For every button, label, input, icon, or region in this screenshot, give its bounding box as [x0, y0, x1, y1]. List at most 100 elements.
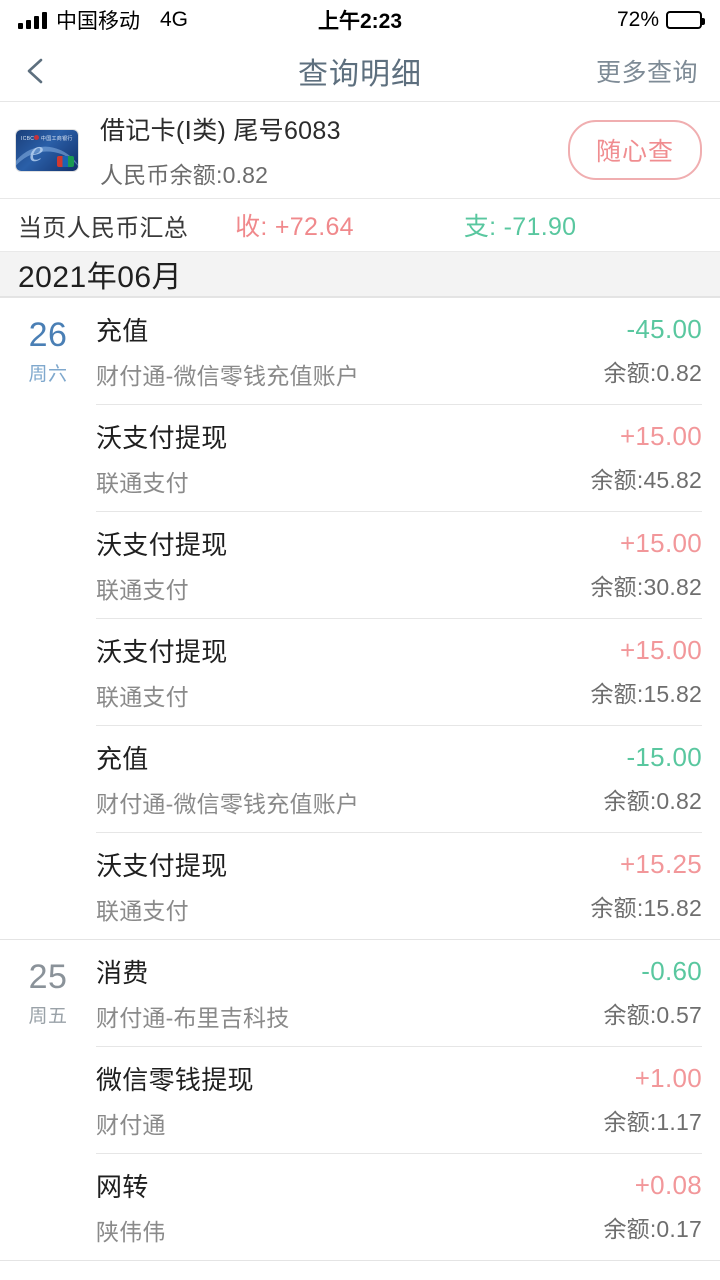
transaction-name: 消费 [96, 958, 149, 988]
transaction-description: 联通支付 [96, 684, 189, 710]
card-balance-label: 人民币余额:0.82 [100, 161, 269, 188]
transaction-row[interactable]: 沃支付提现 联通支付 +15.00 余额:30.82 [0, 511, 720, 618]
day-group: 25 周五 消费 财付通-布里吉科技 -0.60 余额:0.57 微信零钱提现 财付通 +1.0… [0, 939, 720, 1260]
transaction-date-cell [0, 725, 96, 832]
transaction-name: 沃支付提现 [96, 851, 228, 881]
transaction-date-cell: 26 周六 [0, 298, 96, 404]
transaction-row[interactable]: 沃支付提现联通支付 +15.00 余额:15.82 [0, 618, 720, 725]
transaction-detail: 微信零钱提现 财付通 [96, 1060, 254, 1140]
transaction-detail: 充值财付通-微信零钱充值账户 [96, 739, 359, 819]
transaction-amounts: -45.00 余额:0.82 [603, 314, 702, 388]
transaction-description: 联通支付 [96, 898, 189, 924]
summary-label: 当页人民币汇总 [18, 214, 189, 242]
transaction-detail: 充值财付通-微信零钱充值账户 [96, 311, 359, 391]
transaction-row[interactable]: 沃支付提现 联通支付 +15.00 余额:45.82 [0, 404, 720, 511]
transaction-amount: +15.00 [619, 635, 702, 665]
transaction-balance: 余额:0.17 [603, 1216, 702, 1242]
transaction-description: 财付通-微信零钱充值账户 [96, 363, 360, 389]
transaction-date-cell [0, 1046, 96, 1153]
transaction-name: 充值 [96, 316, 149, 346]
transaction-row[interactable]: 沃支付提现 联通支付 +15.25 余额:15.82 [0, 832, 720, 939]
transaction-date-cell: 17周四 [0, 1261, 96, 1280]
transaction-amounts: +15.00 余额:45.82 [590, 421, 702, 495]
transaction-name: 充值 [96, 744, 149, 774]
transaction-name: 他行汇入 [96, 1274, 282, 1280]
back-button[interactable] [22, 55, 48, 87]
transaction-name: 沃支付提现 [96, 530, 228, 560]
transaction-amount: -45.00 [626, 314, 702, 344]
transaction-body: 沃支付提现联通支付 +15.00 余额:15.82 [96, 618, 702, 725]
transaction-row[interactable]: 网转陕伟伟 +0.08 余额:0.17 [0, 1153, 720, 1260]
transaction-amount: -0.60 [641, 956, 702, 986]
transaction-name: 网转 [96, 1172, 149, 1202]
signal-strength-icon [18, 11, 47, 29]
battery-icon [666, 11, 705, 29]
account-card-info: 借记卡(Ⅰ类) 尾号6083 人民币余额:0.82 [100, 111, 341, 190]
transaction-description: 财付通 [96, 1112, 166, 1138]
transaction-detail: 沃支付提现 联通支付 [96, 525, 228, 605]
transaction-amounts: -0.60 余额:0.57 [603, 956, 702, 1030]
day-group: 26 周六 充值 财付通-微信零钱充值账户 -45.00 余额:0.82 沃支付提现 联通支付… [0, 297, 720, 939]
transaction-name: 微信零钱提现 [96, 1065, 254, 1095]
transaction-body: 沃支付提现 联通支付 +15.00 余额:45.82 [96, 404, 702, 511]
transaction-description: 联通支付 [96, 470, 189, 496]
transaction-row[interactable]: 充值财付通-微信零钱充值账户 -15.00 余额:0.82 [0, 725, 720, 832]
transaction-amount: +15.00 [619, 421, 702, 451]
transaction-balance: 余额:0.82 [603, 788, 702, 814]
transaction-amount: +15.00 [619, 528, 702, 558]
transaction-body: 微信零钱提现财付通 +1.00 余额:1.17 [96, 1046, 702, 1153]
month-label: 2021年06月 [18, 261, 183, 294]
status-bar-right: 72% [617, 8, 705, 32]
transaction-amount: +0.08 [634, 1170, 702, 1200]
transaction-amount: +1.00 [634, 1063, 702, 1093]
transaction-date-cell [0, 404, 96, 511]
transaction-body: 充值财付通-微信零钱充值账户 -15.00 余额:0.82 [96, 725, 702, 832]
transaction-amounts: +15.00 余额:30.82 [590, 528, 702, 602]
transaction-body: 沃支付提现 联通支付 +15.00 余额:30.82 [96, 511, 702, 618]
more-query-button[interactable]: 更多查询 [596, 53, 698, 89]
transaction-detail: 消费财付通-布里吉科技 [96, 953, 289, 1033]
transaction-detail: 网转 陕伟伟 [96, 1167, 166, 1247]
card-title: 借记卡(Ⅰ类) 尾号6083 [100, 116, 341, 145]
transaction-balance: 余额:15.82 [590, 895, 702, 921]
transaction-description: 陕伟伟 [96, 1219, 166, 1245]
transaction-amounts: +1.00 余额:1.17 [603, 1063, 702, 1137]
transaction-name: 沃支付提现 [96, 637, 228, 667]
transaction-balance: 余额:1.17 [603, 1109, 702, 1135]
transaction-amounts: +15.00 余额:15.82 [590, 635, 702, 709]
transaction-description: 财付通-微信零钱充值账户 [96, 791, 360, 817]
status-bar-left: 中国移动 4G [18, 5, 188, 35]
transaction-detail: 他行汇入微众银行账户验证 [96, 1274, 282, 1280]
transaction-balance: 余额:45.82 [590, 467, 702, 493]
transaction-date-cell [0, 511, 96, 618]
transaction-date-cell [0, 1153, 96, 1260]
transaction-row[interactable]: 微信零钱提现财付通 +1.00 余额:1.17 [0, 1046, 720, 1153]
transaction-body: 网转陕伟伟 +0.08 余额:0.17 [96, 1153, 702, 1260]
transaction-list: 2021年06月 26 周六 充值 财付通-微信零钱充值账户 -45.00 余额:0.82 沃… [0, 251, 720, 1280]
page-summary-bar: 当页人民币汇总 收: +72.64 支: -71.90 [0, 199, 720, 251]
transaction-balance: 余额:0.57 [603, 1002, 702, 1028]
transaction-description: 财付通-布里吉科技 [96, 1005, 290, 1031]
nav-header: 查询明细 更多查询 [0, 40, 720, 102]
account-card-row[interactable]: ICBC 中国工商银行 e 借记卡(Ⅰ类) 尾号6083 人民币余额:0.82 … [0, 102, 720, 199]
transaction-balance: 余额:0.82 [603, 360, 702, 386]
date-day-number: 26 [28, 316, 68, 355]
carrier-name: 中国移动 [56, 10, 140, 33]
quick-query-button[interactable]: 随心查 [567, 120, 702, 180]
summary-income: 收: +72.64 [235, 213, 354, 241]
date-day-number: 25 [28, 958, 68, 997]
date-weekday: 周六 [28, 363, 68, 385]
transaction-body: 他行汇入微众银行账户验证+0.01余额:0.09 [96, 1261, 702, 1280]
transaction-amounts: -15.00 余额:0.82 [603, 742, 702, 816]
transaction-amount: -15.00 [626, 742, 702, 772]
transaction-row[interactable]: 17周四他行汇入微众银行账户验证+0.01余额:0.09 [0, 1261, 720, 1280]
status-bar: 中国移动 4G 上午2:23 72% [0, 0, 720, 40]
day-group: 17周四他行汇入微众银行账户验证+0.01余额:0.09 [0, 1260, 720, 1280]
transaction-detail: 沃支付提现 联通支付 [96, 418, 228, 498]
transaction-row[interactable]: 26 周六 充值财付通-微信零钱充值账户 -45.00 余额:0.82 [0, 298, 720, 404]
transaction-body: 沃支付提现 联通支付 +15.25 余额:15.82 [96, 832, 702, 939]
transaction-row[interactable]: 25 周五 消费 财付通-布里吉科技 -0.60 余额:0.57 [0, 940, 720, 1046]
transaction-body: 消费财付通-布里吉科技 -0.60 余额:0.57 [96, 940, 702, 1046]
chevron-left-icon [27, 58, 43, 83]
transaction-date-cell [0, 618, 96, 725]
